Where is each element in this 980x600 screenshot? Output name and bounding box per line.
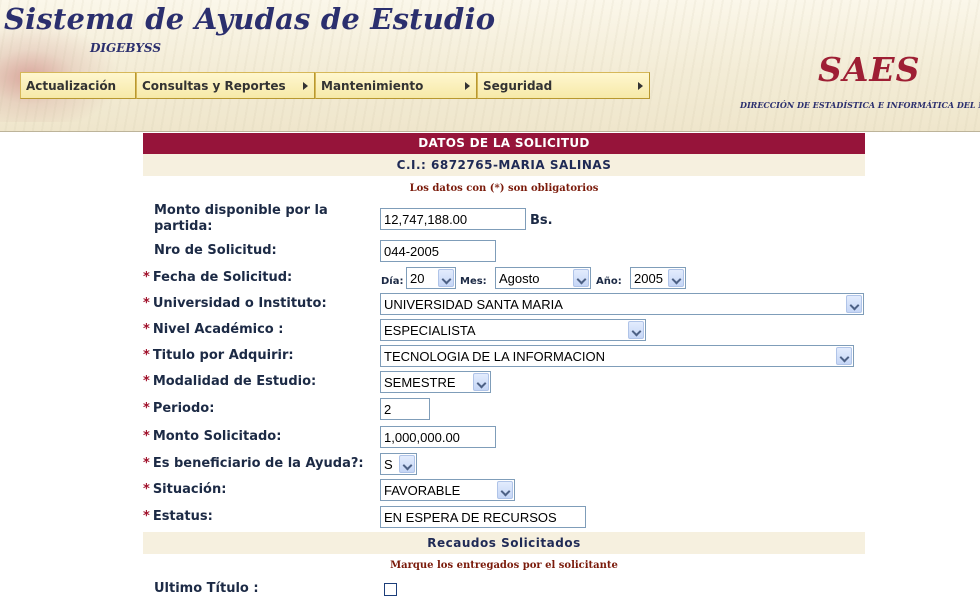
chevron-down-icon[interactable] bbox=[438, 269, 454, 287]
mes-value: Agosto bbox=[499, 271, 540, 286]
label-ultimo-titulo: Ultimo Título : bbox=[154, 581, 259, 596]
label-estatus: * Estatus: bbox=[143, 509, 213, 524]
label-text: Modalidad de Estudio: bbox=[152, 374, 317, 389]
submenu-arrow-icon bbox=[465, 82, 470, 90]
menu-label: Mantenimiento bbox=[321, 79, 424, 93]
label-titulo: * Titulo por Adquirir: bbox=[143, 348, 294, 363]
label-monto-solicitado: * Monto Solicitado: bbox=[143, 429, 281, 444]
applicant-id: C.I.: 6872765-MARIA SALINAS bbox=[143, 154, 865, 176]
situacion-select[interactable]: FAVORABLE bbox=[380, 479, 515, 501]
chevron-down-icon[interactable] bbox=[628, 321, 644, 339]
brand-logo: SAES bbox=[818, 50, 921, 89]
modalidad-select[interactable]: SEMESTRE bbox=[380, 371, 491, 393]
label-text: Monto Solicitado: bbox=[152, 429, 282, 444]
menu-mantenimiento[interactable]: Mantenimiento bbox=[315, 72, 477, 99]
titulo-value: TECNOLOGIA DE LA INFORMACION bbox=[384, 349, 606, 364]
label-nivel: * Nivel Académico : bbox=[143, 322, 283, 337]
chevron-down-icon[interactable] bbox=[836, 347, 852, 365]
monto-solicitado-field[interactable]: 1,000,000.00 bbox=[380, 426, 496, 448]
label-situacion: * Situación: bbox=[143, 482, 226, 497]
required-mark: * bbox=[143, 429, 150, 444]
label-text: Fecha de Solicitud: bbox=[152, 270, 293, 285]
label-dia: Día: bbox=[381, 276, 404, 287]
label-modalidad: * Modalidad de Estudio: bbox=[143, 374, 316, 389]
estatus-field[interactable]: EN ESPERA DE RECURSOS bbox=[380, 506, 586, 528]
currency-unit: Bs. bbox=[530, 213, 553, 228]
menu-seguridad[interactable]: Seguridad bbox=[477, 72, 650, 99]
recaudos-note: Marque los entregados por el solicitante bbox=[390, 560, 618, 571]
submenu-arrow-icon bbox=[638, 82, 643, 90]
modalidad-value: SEMESTRE bbox=[384, 375, 456, 390]
chevron-down-icon[interactable] bbox=[846, 295, 862, 313]
dia-value: 20 bbox=[410, 271, 425, 286]
situacion-value: FAVORABLE bbox=[384, 483, 461, 498]
label-anio: Año: bbox=[596, 276, 622, 287]
recaudos-title: Recaudos Solicitados bbox=[143, 532, 865, 554]
solicitud-form: DATOS DE LA SOLICITUD C.I.: 6872765-MARI… bbox=[143, 133, 865, 194]
nivel-value: ESPECIALISTA bbox=[384, 323, 476, 338]
label-monto-disponible: Monto disponible por la partida: bbox=[154, 203, 328, 234]
beneficiario-select[interactable]: S bbox=[380, 453, 417, 475]
required-note: Los datos con (*) son obligatorios bbox=[409, 183, 599, 194]
required-mark: * bbox=[143, 270, 150, 285]
menu-label: Seguridad bbox=[483, 79, 553, 93]
section-title: DATOS DE LA SOLICITUD bbox=[143, 133, 865, 154]
label-text: Situación: bbox=[152, 482, 227, 497]
required-mark: * bbox=[143, 482, 150, 497]
menu-label: Actualización bbox=[26, 79, 117, 93]
required-mark: * bbox=[143, 296, 150, 311]
app-subtitle: DIGEBYSS bbox=[90, 41, 161, 55]
titulo-select[interactable]: TECNOLOGIA DE LA INFORMACION bbox=[380, 345, 854, 367]
submenu-arrow-icon bbox=[303, 82, 308, 90]
beneficiario-value: S bbox=[384, 457, 393, 472]
mes-select[interactable]: Agosto bbox=[495, 267, 591, 289]
label-nro-solicitud: Nro de Solicitud: bbox=[154, 243, 277, 258]
monto-disponible-field[interactable]: 12,747,188.00 bbox=[380, 208, 526, 230]
chevron-down-icon[interactable] bbox=[573, 269, 589, 287]
nivel-select[interactable]: ESPECIALISTA bbox=[380, 319, 646, 341]
label-fecha-solicitud: * Fecha de Solicitud: bbox=[143, 270, 292, 285]
label-text: Titulo por Adquirir: bbox=[152, 348, 294, 363]
label-text: Es beneficiario de la Ayuda?: bbox=[152, 456, 364, 471]
main-menu: Actualización Consultas y Reportes Mante… bbox=[20, 72, 650, 99]
required-mark: * bbox=[143, 374, 150, 389]
label-text: Universidad o Instituto: bbox=[152, 296, 327, 311]
required-mark: * bbox=[143, 348, 150, 363]
chevron-down-icon[interactable] bbox=[399, 455, 415, 473]
periodo-field[interactable]: 2 bbox=[380, 398, 430, 420]
menu-actualizacion[interactable]: Actualización bbox=[20, 72, 136, 99]
required-mark: * bbox=[143, 456, 150, 471]
chevron-down-icon[interactable] bbox=[668, 269, 684, 287]
nro-solicitud-field[interactable]: 044-2005 bbox=[380, 240, 496, 262]
chevron-down-icon[interactable] bbox=[497, 481, 513, 499]
label-text: Nivel Académico : bbox=[152, 322, 284, 337]
label-text: Estatus: bbox=[152, 509, 213, 524]
menu-label: Consultas y Reportes bbox=[142, 79, 286, 93]
required-mark: * bbox=[143, 322, 150, 337]
required-mark: * bbox=[143, 401, 150, 416]
chevron-down-icon[interactable] bbox=[473, 373, 489, 391]
brand-subtitle: DIRECCIÓN DE ESTADÍSTICA E INFORMÁTICA D… bbox=[740, 100, 980, 110]
label-mes: Mes: bbox=[460, 276, 487, 287]
universidad-value: UNIVERSIDAD SANTA MARIA bbox=[384, 297, 563, 312]
dia-select[interactable]: 20 bbox=[406, 267, 456, 289]
menu-consultas-reportes[interactable]: Consultas y Reportes bbox=[136, 72, 315, 99]
ultimo-titulo-checkbox[interactable] bbox=[384, 583, 397, 596]
label-periodo: * Periodo: bbox=[143, 401, 214, 416]
app-title: Sistema de Ayudas de Estudio bbox=[4, 2, 496, 36]
app-header: Sistema de Ayudas de Estudio DIGEBYSS SA… bbox=[0, 0, 980, 132]
anio-select[interactable]: 2005 bbox=[630, 267, 686, 289]
label-universidad: * Universidad o Instituto: bbox=[143, 296, 327, 311]
label-beneficiario: * Es beneficiario de la Ayuda?: bbox=[143, 456, 364, 471]
anio-value: 2005 bbox=[634, 271, 663, 286]
label-text: Periodo: bbox=[152, 401, 215, 416]
universidad-select[interactable]: UNIVERSIDAD SANTA MARIA bbox=[380, 293, 864, 315]
required-mark: * bbox=[143, 509, 150, 524]
